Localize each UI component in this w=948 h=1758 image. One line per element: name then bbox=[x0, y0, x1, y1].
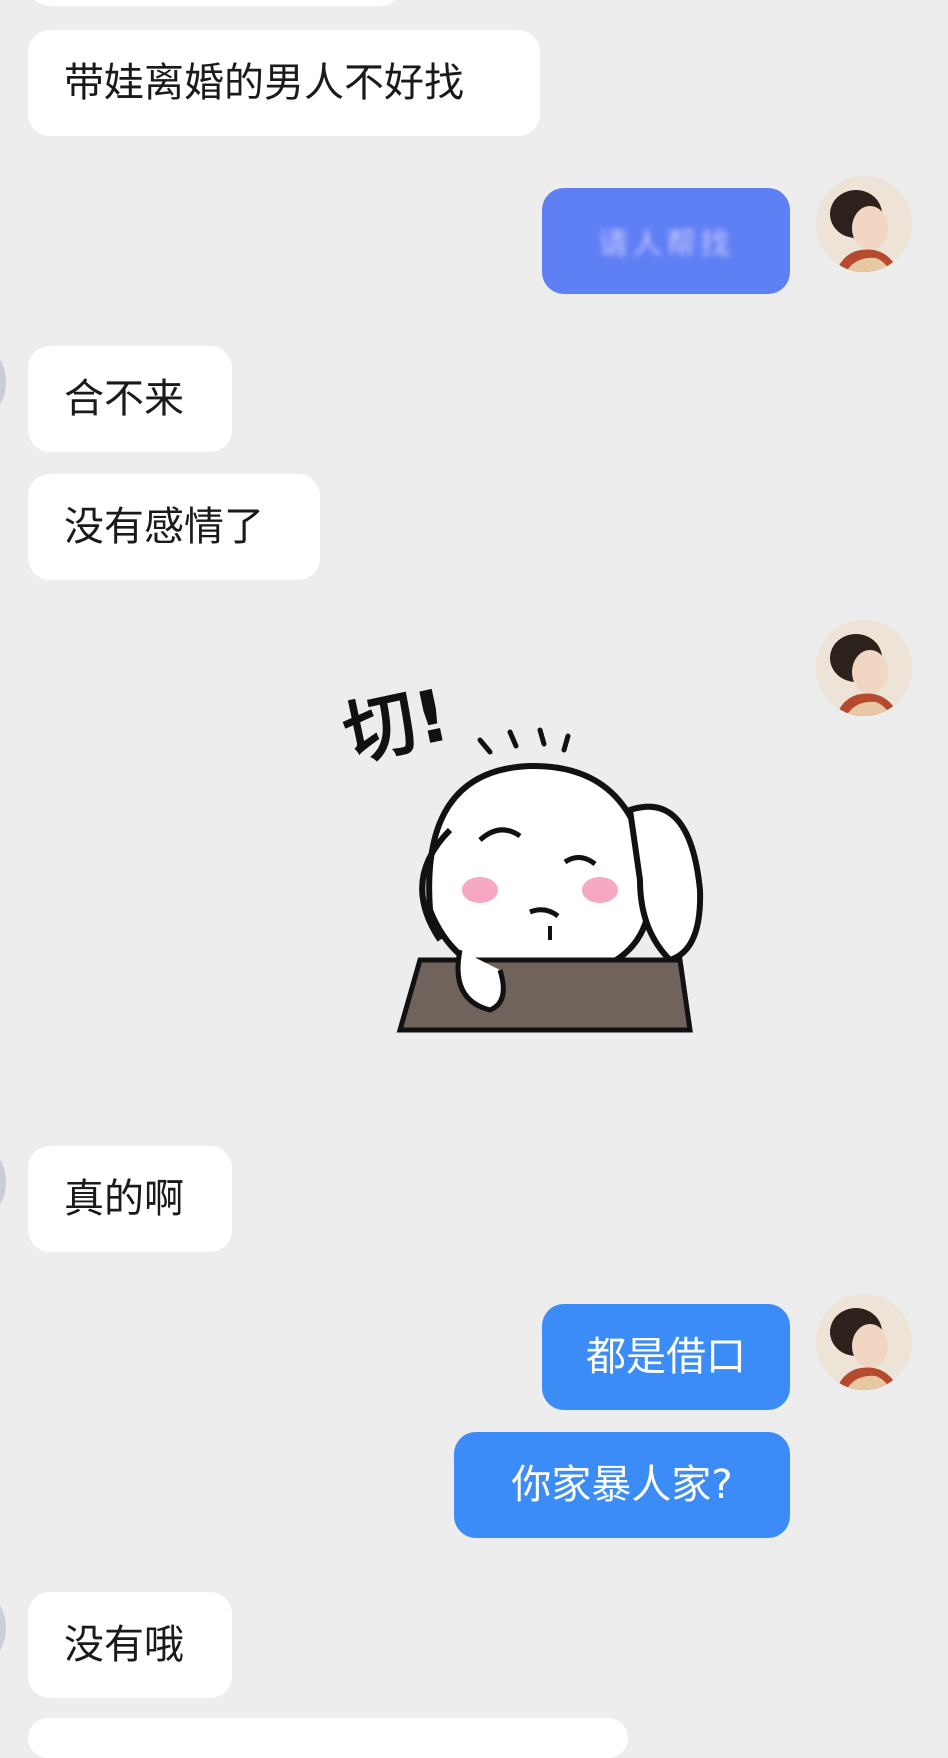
blurred-message-text: 请人帮找 bbox=[598, 227, 734, 262]
self-avatar[interactable] bbox=[816, 1294, 912, 1390]
message-text: 没有哦 bbox=[64, 1622, 184, 1668]
self-avatar[interactable] bbox=[816, 176, 912, 272]
sticker-message[interactable]: 切! bbox=[336, 673, 780, 1060]
sticker-text: 切! bbox=[340, 680, 456, 777]
contact-avatar-partial[interactable] bbox=[0, 1152, 6, 1212]
portrait-icon bbox=[816, 1294, 912, 1390]
message-text: 没有感情了 bbox=[64, 504, 264, 550]
message-text: 带娃离婚的男人不好找 bbox=[64, 60, 464, 106]
message-bubble-outgoing-blurred[interactable]: 请人帮找 bbox=[542, 188, 790, 294]
portrait-icon bbox=[816, 176, 912, 272]
message-bubble-outgoing[interactable]: 你家暴人家? bbox=[454, 1432, 790, 1538]
message-bubble-incoming[interactable]: 没有哦 bbox=[28, 1592, 232, 1698]
message-text: 都是借口 bbox=[586, 1334, 746, 1380]
contact-avatar-partial[interactable] bbox=[0, 1598, 6, 1658]
portrait-icon bbox=[816, 620, 912, 716]
message-text: 你家暴人家? bbox=[511, 1462, 733, 1508]
message-bubble-incoming[interactable]: 带娃离婚的男人不好找 bbox=[28, 30, 540, 136]
message-bubble-incoming[interactable]: 真的啊 bbox=[28, 1146, 232, 1252]
message-bubble-partial-bottom bbox=[28, 1718, 628, 1758]
message-bubble-incoming[interactable]: 没有感情了 bbox=[28, 474, 320, 580]
self-avatar[interactable] bbox=[816, 620, 912, 716]
bunny-sticker-icon: 切! bbox=[336, 673, 704, 1033]
message-text: 真的啊 bbox=[64, 1176, 184, 1222]
message-text: 合不来 bbox=[64, 376, 184, 422]
message-bubble-partial-top bbox=[28, 0, 402, 6]
message-bubble-outgoing[interactable]: 都是借口 bbox=[542, 1304, 790, 1410]
contact-avatar-partial[interactable] bbox=[0, 352, 6, 412]
message-bubble-incoming[interactable]: 合不来 bbox=[28, 346, 232, 452]
